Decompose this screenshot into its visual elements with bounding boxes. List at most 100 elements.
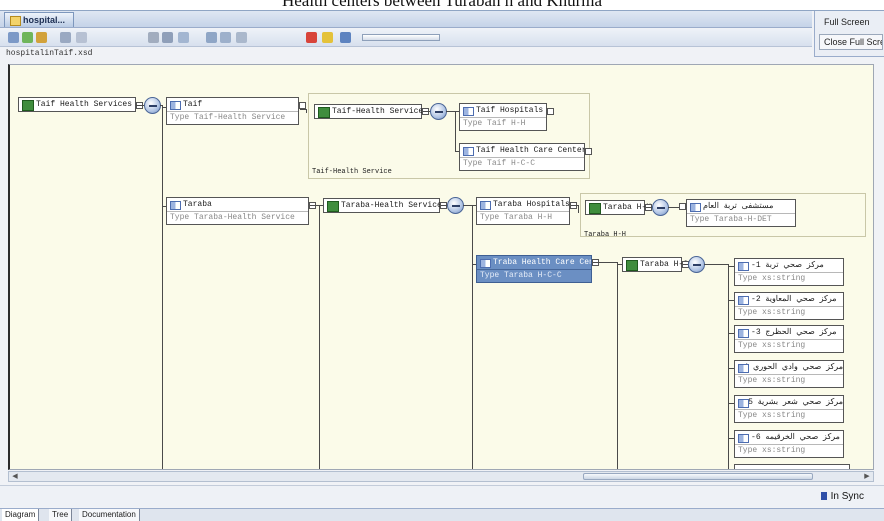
taif-element-node[interactable]: Taif Type Taif-Health Service bbox=[166, 97, 299, 125]
type-label: Type bbox=[480, 271, 500, 280]
type-label: Type bbox=[480, 213, 500, 222]
traba-hcc-type: Taraba H-C-C bbox=[504, 271, 562, 280]
root-element-node[interactable]: Taif Health Services bbox=[18, 97, 136, 112]
general-hospital-expand-icon[interactable] bbox=[679, 203, 686, 210]
taraba-hh-sequence-icon[interactable] bbox=[652, 199, 669, 216]
taraba-type-label: Type bbox=[170, 213, 190, 222]
check-icon[interactable] bbox=[36, 32, 47, 43]
xml-editor-window: hospital... Full Screen Close Full Scree… bbox=[0, 10, 884, 521]
taraba-hcc-sequence-icon[interactable] bbox=[688, 256, 705, 273]
general-hospital-type: Taraba-H-DET bbox=[714, 215, 772, 224]
health-center-node[interactable]: مركز صحي المعاوية 2- Type xs:string bbox=[734, 292, 844, 320]
scroll-left-icon[interactable]: ◀ bbox=[10, 472, 20, 481]
view-tabs: Diagram Tree Documentation bbox=[0, 508, 884, 521]
health-center-type: xs:string bbox=[762, 376, 806, 385]
taraba-sequence-icon[interactable] bbox=[447, 197, 464, 214]
full-screen-button[interactable]: Full Screen bbox=[819, 14, 883, 30]
type-label: Type bbox=[690, 215, 710, 224]
type-label: Type bbox=[738, 308, 758, 317]
taif-health-care-centers-node[interactable]: Taif Health Care Centers Type Taif H-C-C bbox=[459, 143, 585, 171]
taif-hcc-expand-icon[interactable] bbox=[585, 148, 592, 155]
find-icon[interactable] bbox=[206, 32, 217, 43]
taif-hcc-type: Taif H-C-C bbox=[487, 159, 536, 168]
document-tab[interactable]: hospital... bbox=[4, 12, 75, 27]
cut-icon[interactable] bbox=[148, 32, 159, 43]
health-center-name: مركز صحي الخرقيمه 6- bbox=[735, 431, 843, 445]
health-center-type: xs:string bbox=[762, 341, 806, 350]
taraba-hospitals-node[interactable]: Taraba Hospitals Type Taraba H-H bbox=[476, 197, 570, 225]
taraba-hh-type[interactable]: Taraba H-H bbox=[585, 200, 651, 215]
tab-documentation[interactable]: Documentation bbox=[79, 509, 140, 521]
taraba-hospitals-name: Taraba Hospitals bbox=[477, 198, 569, 212]
taif-group-label: Taif-Health Service bbox=[312, 168, 392, 176]
health-center-node-partial[interactable] bbox=[734, 464, 850, 469]
taif-expand-icon[interactable] bbox=[299, 102, 306, 109]
format-icon[interactable] bbox=[236, 32, 247, 43]
horizontal-scrollbar[interactable]: ◀ ▶ bbox=[8, 471, 874, 482]
status-bar: In Sync bbox=[0, 485, 884, 507]
type-label: Type bbox=[463, 159, 483, 168]
figure-caption: Health centers between Turaban h and Khu… bbox=[0, 0, 884, 10]
schema-diagram-canvas[interactable]: Taif Health Services Taif Type Taif-Heal… bbox=[8, 64, 874, 470]
taraba-name: Taraba bbox=[167, 198, 308, 212]
taif-hospitals-name: Taif Hospitals bbox=[460, 104, 546, 118]
xpath-icon[interactable] bbox=[60, 32, 71, 43]
root-sequence-icon[interactable] bbox=[144, 97, 161, 114]
taif-name: Taif bbox=[167, 98, 298, 112]
close-full-screen-button[interactable]: Close Full Screen bbox=[819, 34, 883, 50]
taraba-health-service-type[interactable]: Taraba-Health Service bbox=[323, 198, 442, 213]
play-icon[interactable] bbox=[322, 32, 333, 43]
scrollbar-thumb[interactable] bbox=[583, 473, 813, 480]
taraba-element-node[interactable]: Taraba Type Taraba-Health Service bbox=[166, 197, 309, 225]
replace-icon[interactable] bbox=[220, 32, 231, 43]
taraba-hh-group-label: Taraba H-H bbox=[584, 231, 627, 239]
health-center-type: xs:string bbox=[762, 411, 806, 420]
health-center-name: مركز صحي وادي الحوري 4- bbox=[735, 361, 843, 375]
taraba-hcc-type[interactable]: Taraba H-C-C bbox=[622, 257, 698, 272]
stop-icon[interactable] bbox=[306, 32, 317, 43]
health-center-node[interactable]: مركز صحي وادي الحوري 4- Type xs:string bbox=[734, 360, 844, 388]
tab-diagram[interactable]: Diagram bbox=[2, 509, 40, 521]
health-center-name: مركز صحي شعر بشرية 5- bbox=[735, 396, 843, 410]
sync-status: In Sync bbox=[821, 490, 864, 503]
taraba-type-value: Taraba-Health Service bbox=[194, 213, 295, 222]
scroll-right-icon[interactable]: ▶ bbox=[862, 472, 872, 481]
traba-health-care-centers-node[interactable]: Traba Health Care Centers Type Taraba H-… bbox=[476, 255, 592, 283]
taif-sequence-icon[interactable] bbox=[430, 103, 447, 120]
health-center-name: مركز صحي المعاوية 2- bbox=[735, 293, 843, 307]
copy-icon[interactable] bbox=[162, 32, 173, 43]
taif-health-service-type[interactable]: Taif-Health Service bbox=[314, 104, 423, 119]
editor-title-bar: hospital... bbox=[0, 11, 812, 28]
health-center-type: xs:string bbox=[762, 446, 806, 455]
type-label: Type bbox=[463, 119, 483, 128]
health-center-type: xs:string bbox=[762, 308, 806, 317]
taif-hcc-name: Taif Health Care Centers bbox=[460, 144, 584, 158]
taraba-general-hospital-node[interactable]: مستشفى تربة العام Type Taraba-H-DET bbox=[686, 199, 796, 227]
new-file-icon[interactable] bbox=[8, 32, 19, 43]
traba-hcc-name: Traba Health Care Centers bbox=[477, 256, 591, 270]
full-screen-panel: Full Screen Close Full Screen bbox=[814, 11, 884, 57]
taif-type-value: Taif-Health Service bbox=[194, 113, 286, 122]
progress-bar bbox=[362, 34, 440, 41]
caption-text: Health centers between Turaban h and Khu… bbox=[281, 0, 603, 10]
type-label: Type bbox=[738, 376, 758, 385]
taif-hospitals-expand-icon[interactable] bbox=[547, 108, 554, 115]
validate-icon[interactable] bbox=[22, 32, 33, 43]
health-center-node[interactable]: مركز صحي تربة 1- Type xs:string bbox=[734, 258, 844, 286]
health-center-node[interactable]: مركز صحي الخرقيمه 6- Type xs:string bbox=[734, 430, 844, 458]
tab-tree[interactable]: Tree bbox=[49, 509, 73, 521]
save-icon[interactable] bbox=[340, 32, 351, 43]
taif-hospitals-type: Taif H-H bbox=[487, 119, 526, 128]
editor-toolbar bbox=[0, 29, 812, 47]
taif-hospitals-node[interactable]: Taif Hospitals Type Taif H-H bbox=[459, 103, 547, 131]
file-path-label: hospitalinTaif.xsd bbox=[6, 49, 93, 58]
health-center-node[interactable]: مركز صحي الحظرج 3- Type xs:string bbox=[734, 325, 844, 353]
type-label: Type bbox=[738, 446, 758, 455]
type-label: Type bbox=[738, 411, 758, 420]
function-icon[interactable] bbox=[76, 32, 87, 43]
taraba-hospitals-type: Taraba H-H bbox=[504, 213, 553, 222]
type-label: Type bbox=[738, 274, 758, 283]
taif-type-label: Type bbox=[170, 113, 190, 122]
health-center-node[interactable]: مركز صحي شعر بشرية 5- Type xs:string bbox=[734, 395, 844, 423]
paste-icon[interactable] bbox=[178, 32, 189, 43]
